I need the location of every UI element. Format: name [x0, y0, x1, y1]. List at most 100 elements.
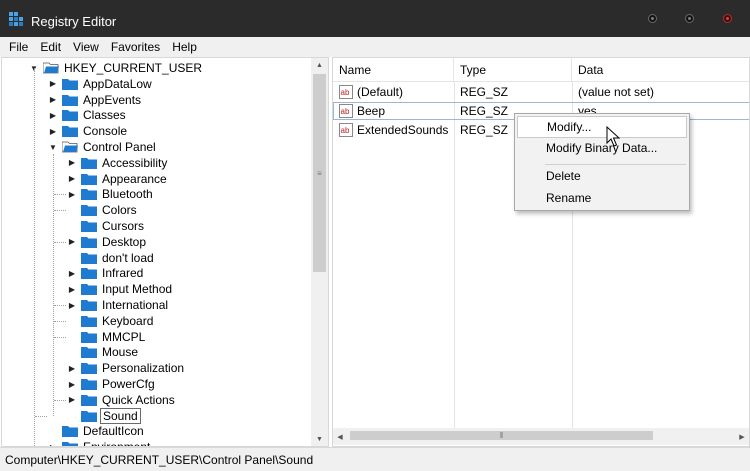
- folder-icon: [81, 394, 97, 406]
- tree-item-hkey-current-user[interactable]: ▼ HKEY_CURRENT_USER: [29, 60, 204, 76]
- tree-rows: ▼ HKEY_CURRENT_USER ▶ AppDataLow ▶ AppEvents ▶…: [2, 58, 312, 446]
- menu-view[interactable]: View: [67, 38, 105, 56]
- svg-text:ab: ab: [341, 126, 350, 135]
- expand-arrow-icon[interactable]: ▶: [48, 107, 58, 123]
- folder-icon: [62, 94, 78, 106]
- context-delete[interactable]: Delete: [517, 165, 687, 187]
- folder-icon: [81, 283, 97, 296]
- tree-item-defaulticon[interactable]: DefaultIcon: [48, 423, 146, 439]
- tree-item-infrared[interactable]: ▶ Infrared: [67, 265, 145, 281]
- value-type: REG_SZ: [460, 85, 509, 99]
- tree-item-don-t-load[interactable]: don't load: [67, 250, 156, 266]
- expand-arrow-icon[interactable]: ▶: [48, 92, 58, 108]
- expand-arrow-icon[interactable]: ▶: [48, 439, 58, 446]
- tree-item-label: Bluetooth: [102, 187, 153, 202]
- tree-item-environment[interactable]: ▶ Environment: [48, 439, 152, 446]
- expand-arrow-icon[interactable]: ▶: [48, 76, 58, 92]
- tree-connector: [48, 423, 58, 439]
- tree-item-personalization[interactable]: ▶ Personalization: [67, 360, 186, 376]
- value-name: ExtendedSounds: [357, 123, 449, 137]
- expand-arrow-icon[interactable]: ▶: [67, 171, 77, 187]
- tree-item-label: Colors: [102, 203, 137, 218]
- menu-edit[interactable]: Edit: [34, 38, 67, 56]
- tree-scroll-thumb[interactable]: ≡: [313, 74, 326, 272]
- context-menu: Modify... Modify Binary Data... Delete R…: [514, 113, 690, 211]
- menu-file[interactable]: File: [3, 38, 34, 56]
- tree-item-label: Cursors: [102, 219, 145, 233]
- folder-icon: [81, 236, 97, 248]
- tree-item-quick-actions[interactable]: ▶ Quick Actions: [67, 392, 177, 408]
- tree-item-label: Appearance: [102, 171, 167, 186]
- tree-item-classes[interactable]: ▶ Classes: [48, 107, 128, 123]
- expand-arrow-icon[interactable]: ▶: [48, 123, 58, 139]
- expand-arrow-icon[interactable]: ▶: [67, 281, 77, 297]
- tree-item-label: Accessibility: [102, 155, 168, 170]
- expand-arrow-icon[interactable]: ▶: [67, 234, 77, 250]
- menu-favorites[interactable]: Favorites: [105, 38, 166, 56]
- tree-item-mmcpl[interactable]: MMCPL: [67, 329, 147, 345]
- minimize-button[interactable]: [648, 14, 657, 23]
- registry-editor-icon: [9, 12, 23, 26]
- column-type-header[interactable]: Type: [454, 58, 572, 82]
- tree-item-label: Keyboard: [102, 313, 154, 328]
- expand-arrow-icon[interactable]: ▶: [67, 392, 77, 408]
- tree-item-label: AppEvents: [83, 92, 142, 107]
- tree-item-desktop[interactable]: ▶ Desktop: [67, 234, 148, 250]
- context-rename[interactable]: Rename: [517, 187, 687, 209]
- tree-item-input-method[interactable]: ▶ Input Method: [67, 281, 174, 297]
- tree-item-colors[interactable]: Colors: [67, 202, 139, 218]
- column-name-header[interactable]: Name: [333, 58, 454, 82]
- tree-item-international[interactable]: ▶ International: [67, 297, 170, 313]
- close-button[interactable]: [723, 14, 732, 23]
- tree-item-label: Control Panel: [83, 140, 156, 154]
- expand-arrow-icon[interactable]: ▶: [67, 186, 77, 202]
- expand-arrow-icon[interactable]: ▶: [67, 155, 77, 171]
- scroll-up-arrow-icon[interactable]: ▲: [311, 58, 328, 72]
- tree-item-accessibility[interactable]: ▶ Accessibility: [67, 155, 169, 171]
- scroll-right-arrow-icon[interactable]: ▶: [735, 428, 749, 445]
- tree-vertical-scrollbar[interactable]: ▲ ≡ ▼: [311, 58, 328, 446]
- scroll-down-arrow-icon[interactable]: ▼: [311, 432, 328, 446]
- context-modify[interactable]: Modify...: [517, 116, 687, 138]
- registry-tree[interactable]: ▼ HKEY_CURRENT_USER ▶ AppDataLow ▶ AppEvents ▶…: [1, 57, 329, 447]
- tree-connector: [67, 344, 77, 360]
- folder-icon: [81, 331, 97, 343]
- list-row[interactable]: ab (Default) REG_SZ (value not set): [333, 83, 749, 101]
- tree-item-appdatalow[interactable]: ▶ AppDataLow: [48, 76, 154, 92]
- tree-item-appevents[interactable]: ▶ AppEvents: [48, 92, 143, 108]
- tree-item-control-panel[interactable]: ▼ Control Panel: [48, 139, 158, 155]
- list-horizontal-scrollbar[interactable]: ◀ ⦀ ▶: [333, 428, 749, 445]
- list-scroll-thumb[interactable]: ⦀: [350, 431, 653, 440]
- tree-item-mouse[interactable]: Mouse: [67, 344, 140, 360]
- folder-icon: [81, 315, 97, 327]
- expand-arrow-icon[interactable]: ▶: [67, 265, 77, 281]
- tree-guide-line: [35, 415, 47, 417]
- expand-arrow-icon[interactable]: ▶: [67, 376, 77, 392]
- window-title: Registry Editor: [31, 14, 117, 29]
- tree-item-powercfg[interactable]: ▶ PowerCfg: [67, 376, 157, 392]
- folder-icon: [81, 220, 97, 232]
- folder-icon: [62, 78, 78, 90]
- tree-item-label: Sound: [100, 407, 141, 424]
- column-data-header[interactable]: Data: [572, 58, 749, 82]
- tree-item-label: Desktop: [102, 234, 147, 249]
- tree-item-console[interactable]: ▶ Console: [48, 123, 129, 139]
- tree-item-keyboard[interactable]: Keyboard: [67, 313, 155, 329]
- tree-item-cursors[interactable]: Cursors: [67, 218, 146, 234]
- tree-item-sound[interactable]: Sound: [67, 407, 141, 424]
- value-name: (Default): [357, 85, 404, 99]
- value-data: (value not set): [578, 85, 655, 99]
- tree-item-label: don't load: [102, 250, 154, 265]
- menu-help[interactable]: Help: [166, 38, 203, 56]
- collapse-arrow-icon[interactable]: ▼: [48, 139, 58, 155]
- tree-guide-line: [54, 320, 66, 322]
- scroll-left-arrow-icon[interactable]: ◀: [333, 428, 347, 445]
- expand-arrow-icon[interactable]: ▶: [67, 297, 77, 313]
- tree-item-label: Personalization: [102, 361, 185, 376]
- expand-arrow-icon[interactable]: ▶: [67, 360, 77, 376]
- tree-item-appearance[interactable]: ▶ Appearance: [67, 171, 169, 187]
- maximize-button[interactable]: [685, 14, 694, 23]
- tree-item-bluetooth[interactable]: ▶ Bluetooth: [67, 186, 155, 202]
- tree-item-label: International: [102, 298, 169, 312]
- context-modify-binary[interactable]: Modify Binary Data...: [517, 137, 687, 159]
